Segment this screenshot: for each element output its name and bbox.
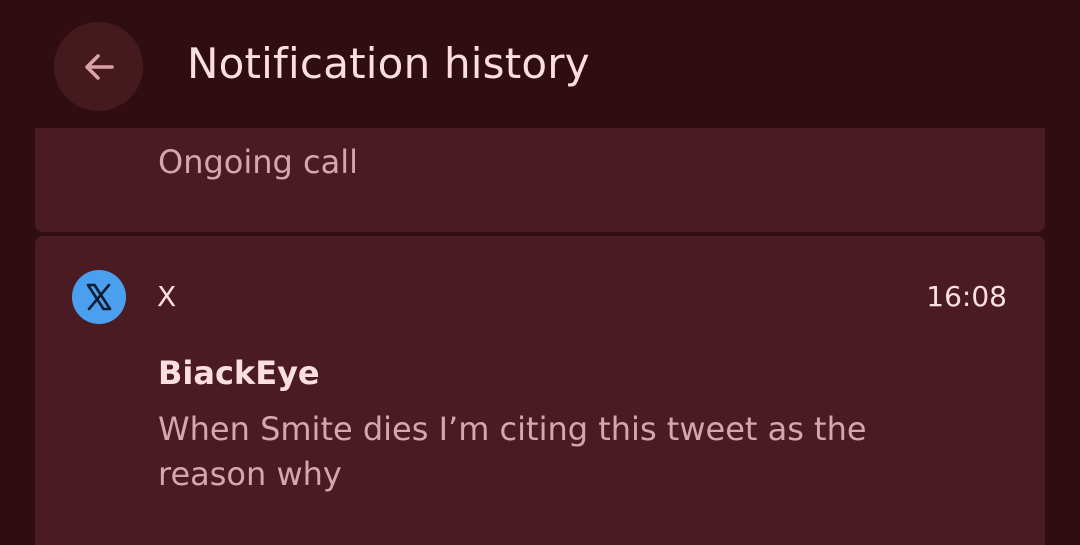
back-button[interactable] — [54, 22, 143, 111]
notification-time: 16:08 — [926, 280, 1007, 313]
app-name: X — [157, 280, 177, 313]
page-title: Notification history — [187, 39, 590, 88]
notification-card-ongoing-call[interactable]: Ongoing call — [35, 128, 1045, 232]
notification-sender: BiackEye — [158, 354, 320, 392]
notification-body: Ongoing call — [158, 143, 358, 181]
notification-message: When Smite dies I’m citing this tweet as… — [158, 410, 867, 493]
arrow-left-icon — [84, 53, 114, 80]
notification-card-x[interactable]: X 16:08 BiackEye When Smite dies I’m cit… — [35, 236, 1045, 545]
app-bar: Notification history — [0, 0, 1080, 128]
notification-history-screen: Notification history Ongoing call X 16:0… — [0, 0, 1080, 545]
x-logo-icon — [72, 270, 126, 324]
